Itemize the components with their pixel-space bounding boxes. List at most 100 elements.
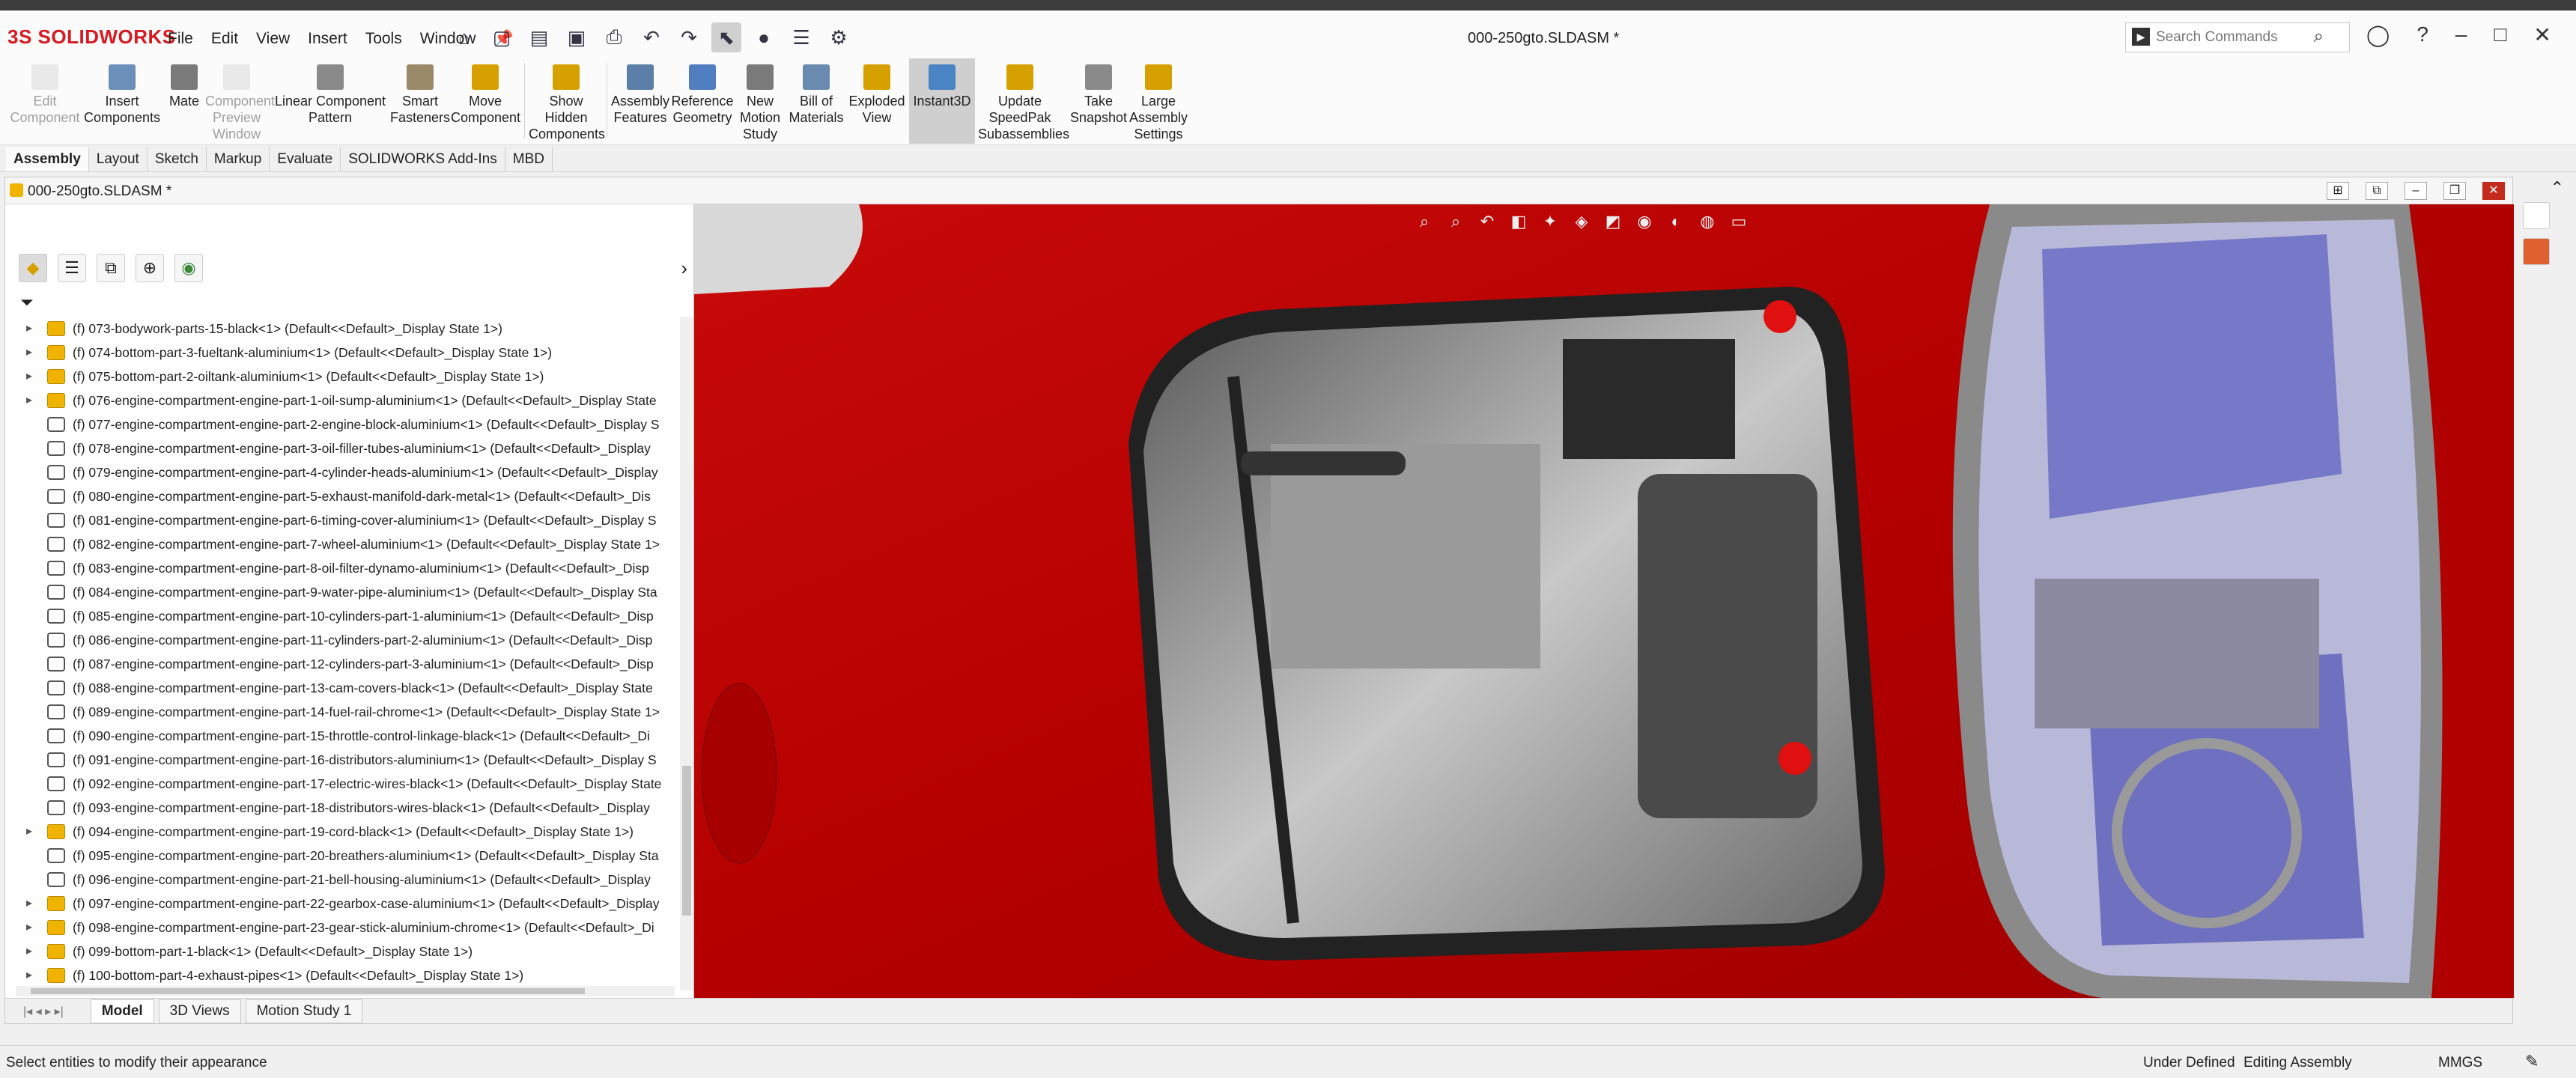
feature-tree-tab-icon[interactable]: ◆	[19, 254, 47, 282]
tree-item[interactable]: ▸ (f) 094-engine-compartment-engine-part-…	[5, 820, 679, 844]
menu-tools[interactable]: Tools	[362, 28, 405, 49]
units-selector[interactable]: MMGS	[2438, 1055, 2482, 1071]
menu-view[interactable]: View	[253, 28, 293, 49]
tree-item[interactable]: (f) 092-engine-compartment-engine-part-1…	[5, 772, 679, 796]
configuration-manager-tab-icon[interactable]: ⧉	[97, 254, 125, 282]
search-commands-field[interactable]: ▶ Search Commands ⌕	[2125, 22, 2350, 52]
tree-item[interactable]: (f) 093-engine-compartment-engine-part-1…	[5, 796, 679, 820]
file-properties-icon[interactable]: ☰	[786, 22, 816, 52]
tab-assembly[interactable]: Assembly	[6, 147, 89, 171]
undo-icon[interactable]: ↶	[637, 22, 666, 52]
zoom-to-area-icon[interactable]: ⌕	[1445, 212, 1467, 233]
edit-appearance-icon[interactable]: ◐	[1665, 212, 1687, 233]
tab-addins[interactable]: SOLIDWORKS Add-Ins	[341, 147, 505, 171]
property-manager-tab-icon[interactable]: ☰	[58, 254, 86, 282]
expand-arrow-icon[interactable]: ▸	[26, 341, 32, 365]
large-assembly-settings-button[interactable]: Large Assembly Settings	[1129, 64, 1188, 142]
smart-fasteners-button[interactable]: Smart Fasteners	[389, 64, 451, 126]
component-preview-window-button[interactable]: Component Preview Window	[205, 64, 275, 142]
tab-motion-study[interactable]: Motion Study 1	[245, 999, 363, 1023]
select-pointer-icon[interactable]: ⬉	[711, 22, 741, 52]
apply-scene-icon[interactable]: ◍	[1696, 212, 1719, 233]
exploded-view-button[interactable]: Exploded View	[846, 64, 908, 126]
tree-item[interactable]: (f) 088-engine-compartment-engine-part-1…	[5, 676, 679, 700]
hide-show-items-icon[interactable]: ◉	[1633, 212, 1656, 233]
tree-item[interactable]: (f) 087-engine-compartment-engine-part-1…	[5, 652, 679, 676]
expand-arrow-icon[interactable]: ▸	[26, 940, 32, 963]
new-document-icon[interactable]: ▢	[487, 22, 517, 52]
tree-item[interactable]: ▸ (f) 099-bottom-part-1-black<1> (Default…	[5, 940, 679, 963]
tab-model[interactable]: Model	[90, 999, 154, 1023]
expand-arrow-icon[interactable]: ▸	[26, 916, 32, 940]
tab-sketch[interactable]: Sketch	[148, 147, 207, 171]
home-icon[interactable]: ⌂	[449, 22, 479, 52]
maximize-icon[interactable]: □	[2494, 22, 2507, 47]
tree-item[interactable]: (f) 084-engine-compartment-engine-part-9…	[5, 580, 679, 604]
tab-3d-views[interactable]: 3D Views	[158, 999, 241, 1023]
assembly-features-button[interactable]: Assembly Features	[608, 64, 672, 126]
tab-layout[interactable]: Layout	[89, 147, 148, 171]
display-style-icon[interactable]: ◩	[1602, 212, 1624, 233]
search-icon[interactable]: ⌕	[2314, 26, 2324, 47]
instant3d-button[interactable]: Instant3D	[909, 58, 975, 144]
tree-item[interactable]: (f) 086-engine-compartment-engine-part-1…	[5, 628, 679, 652]
app-logo[interactable]: 3S SOLIDWORKS	[7, 25, 176, 49]
zoom-to-fit-icon[interactable]: ⌕	[1413, 212, 1436, 233]
rebuild-icon[interactable]: ●	[749, 22, 779, 52]
take-snapshot-button[interactable]: Take Snapshot	[1065, 64, 1132, 126]
tree-item[interactable]: (f) 096-engine-compartment-engine-part-2…	[5, 868, 679, 892]
filter-icon[interactable]: ⏷	[20, 293, 34, 312]
user-account-icon[interactable]: ◯	[2366, 22, 2390, 47]
tree-item[interactable]: (f) 089-engine-compartment-engine-part-1…	[5, 700, 679, 724]
car-model-view[interactable]	[694, 204, 2514, 998]
tree-item[interactable]: ▸ (f) 100-bottom-part-4-exhaust-pipes<1> …	[5, 963, 679, 987]
edit-component-button[interactable]: Edit Component	[7, 64, 82, 126]
expand-arrow-icon[interactable]: ▸	[26, 365, 32, 389]
tree-item[interactable]: ▸ (f) 075-bottom-part-2-oiltank-aluminium…	[5, 365, 679, 389]
scroll-thumb[interactable]	[31, 988, 585, 994]
move-component-button[interactable]: Move Component	[451, 64, 520, 126]
update-speedpak-button[interactable]: Update SpeedPak Subassemblies	[978, 64, 1069, 142]
customize-status-icon[interactable]: ✎	[2525, 1052, 2539, 1071]
doc-minimize-icon[interactable]: –	[2405, 182, 2427, 200]
dimxpert-tab-icon[interactable]: ⊕	[136, 254, 164, 282]
tab-evaluate[interactable]: Evaluate	[270, 147, 341, 171]
tree-vertical-scrollbar[interactable]	[680, 317, 693, 990]
tree-item[interactable]: (f) 081-engine-compartment-engine-part-6…	[5, 508, 679, 532]
panel-expand-arrow-icon[interactable]: ›	[681, 257, 687, 280]
tree-item[interactable]: ▸ (f) 097-engine-compartment-engine-part-…	[5, 892, 679, 916]
tab-nav-arrows-icon[interactable]: |◂ ◂ ▸ ▸|	[23, 1004, 64, 1019]
linear-component-pattern-button[interactable]: Linear Component Pattern	[274, 64, 386, 126]
tree-item[interactable]: ▸ (f) 098-engine-compartment-engine-part-…	[5, 916, 679, 940]
tree-item[interactable]: (f) 091-engine-compartment-engine-part-1…	[5, 748, 679, 772]
expand-arrow-icon[interactable]: ▸	[26, 317, 32, 341]
appearances-icon[interactable]	[2523, 238, 2550, 265]
doc-restore-icon[interactable]: ❐	[2443, 182, 2466, 200]
view-orientation-icon[interactable]: ◈	[1570, 212, 1593, 233]
mate-button[interactable]: Mate	[162, 64, 207, 109]
options-gear-icon[interactable]: ⚙	[824, 22, 854, 52]
section-view-icon[interactable]: ◧	[1507, 212, 1530, 233]
help-icon[interactable]: ?	[2416, 22, 2428, 47]
expand-arrow-icon[interactable]: ▸	[26, 963, 32, 987]
reference-geometry-button[interactable]: Reference Geometry	[671, 64, 734, 126]
tree-item[interactable]: ▸ (f) 076-engine-compartment-engine-part-…	[5, 389, 679, 412]
menu-insert[interactable]: Insert	[305, 28, 350, 49]
expand-arrow-icon[interactable]: ▸	[26, 389, 32, 412]
dynamic-annotation-icon[interactable]: ✦	[1539, 212, 1561, 233]
menu-edit[interactable]: Edit	[208, 28, 241, 49]
menu-file[interactable]: File	[165, 28, 196, 49]
tree-item[interactable]: (f) 080-engine-compartment-engine-part-5…	[5, 484, 679, 508]
show-hidden-components-button[interactable]: Show Hidden Components	[529, 64, 605, 142]
insert-components-button[interactable]: Insert Components	[81, 64, 163, 126]
open-icon[interactable]: ▤	[524, 22, 554, 52]
expand-arrow-icon[interactable]: ▸	[26, 892, 32, 916]
tree-item[interactable]: ▸ (f) 073-bodywork-parts-15-black<1> (Def…	[5, 317, 679, 341]
tree-item[interactable]: (f) 079-engine-compartment-engine-part-4…	[5, 460, 679, 484]
tile-icon[interactable]: ⊞	[2327, 182, 2349, 200]
scroll-thumb[interactable]	[682, 766, 691, 916]
collapse-ribbon-icon[interactable]: ⌃	[2551, 178, 2564, 198]
minimize-icon[interactable]: –	[2455, 22, 2467, 47]
view-settings-icon[interactable]: ▭	[1728, 212, 1750, 233]
tree-item[interactable]: ▸ (f) 074-bottom-part-3-fueltank-aluminiu…	[5, 341, 679, 365]
